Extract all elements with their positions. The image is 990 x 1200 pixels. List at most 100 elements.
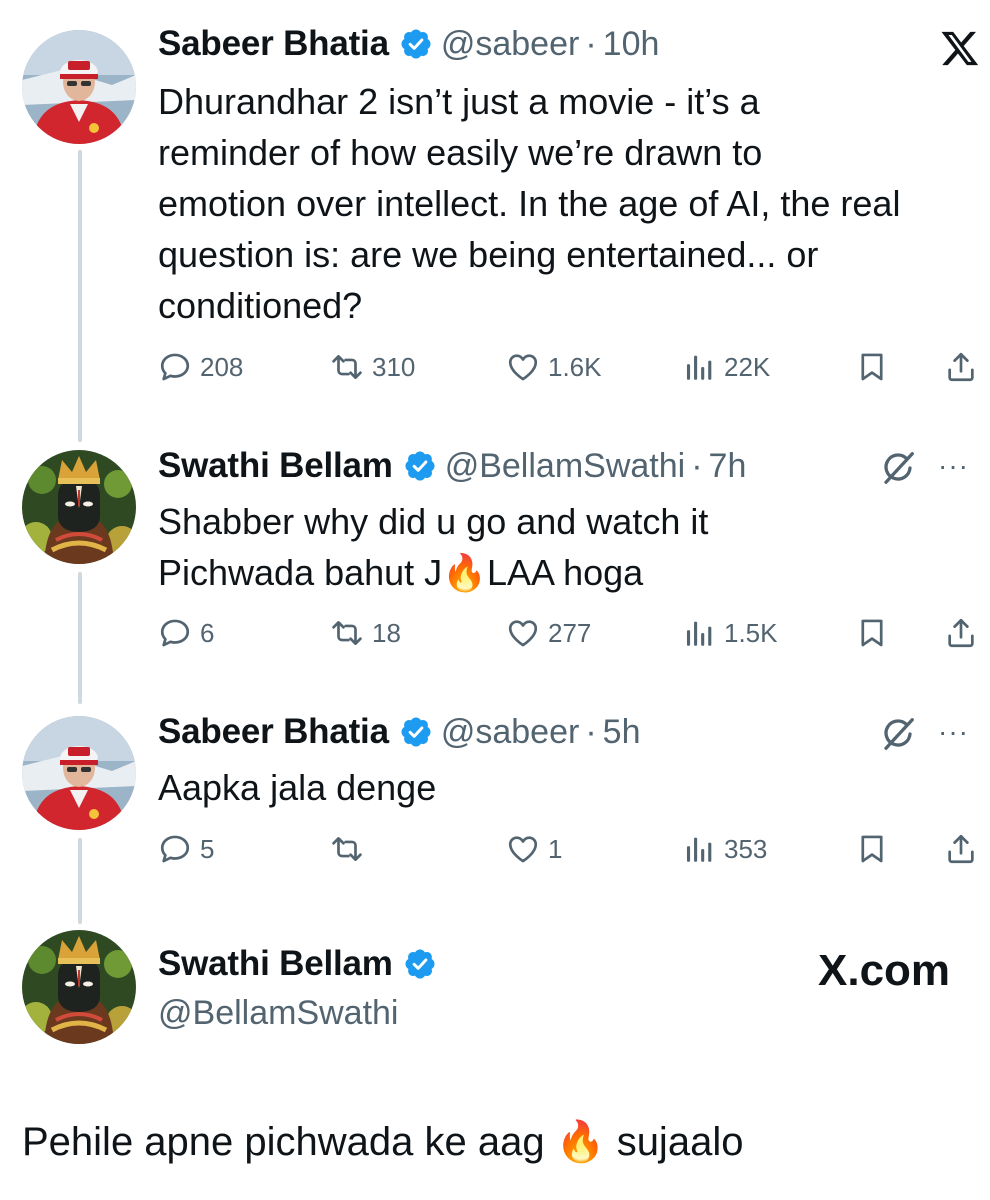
tweet-text-part: LAA hoga bbox=[487, 552, 644, 593]
tweet-header: Sabeer Bhatia @sabeer · 10h bbox=[158, 24, 659, 64]
thread-line bbox=[78, 150, 82, 442]
thread-line bbox=[78, 838, 82, 924]
share-icon bbox=[944, 616, 978, 650]
tweet-header: Sabeer Bhatia @sabeer · 5h bbox=[158, 712, 640, 752]
author-handle[interactable]: @BellamSwathi bbox=[158, 994, 399, 1033]
share-button[interactable] bbox=[944, 350, 978, 384]
like-button[interactable]: 1.6K bbox=[506, 350, 602, 384]
tweet-text-line: conditioned? bbox=[158, 285, 363, 326]
verified-badge-icon bbox=[403, 449, 437, 483]
thread-line bbox=[78, 572, 82, 704]
card-header: Swathi Bellam bbox=[158, 944, 445, 984]
verified-badge-icon bbox=[403, 947, 437, 981]
timestamp[interactable]: 5h bbox=[603, 713, 641, 752]
like-button[interactable]: 277 bbox=[506, 616, 591, 650]
fire-emoji-icon: 🔥 bbox=[555, 1119, 606, 1165]
views-icon bbox=[682, 616, 716, 650]
reply-button[interactable]: 208 bbox=[158, 350, 243, 384]
views-button[interactable]: 1.5K bbox=[682, 616, 778, 650]
views-count: 353 bbox=[724, 833, 768, 864]
repost-button[interactable]: 18 bbox=[330, 616, 401, 650]
views-count: 1.5K bbox=[724, 617, 778, 648]
views-icon bbox=[682, 832, 716, 866]
x-logo-icon bbox=[940, 28, 980, 68]
repost-icon bbox=[330, 616, 364, 650]
reply-count: 208 bbox=[200, 351, 244, 382]
brand-label: X.com bbox=[818, 946, 951, 995]
like-icon bbox=[506, 350, 540, 384]
share-icon bbox=[944, 832, 978, 866]
repost-count: 18 bbox=[372, 617, 401, 648]
tweet-text-line: reminder of how easily we’re drawn to bbox=[158, 132, 763, 173]
author-name[interactable]: Swathi Bellam bbox=[158, 944, 393, 984]
like-count: 1 bbox=[548, 833, 563, 864]
author-name[interactable]: Sabeer Bhatia bbox=[158, 712, 389, 752]
separator: · bbox=[585, 712, 597, 751]
more-icon[interactable]: ··· bbox=[938, 450, 969, 482]
share-button[interactable] bbox=[944, 616, 978, 650]
tweet-text-line: Pichwada bahut J🔥LAA hoga bbox=[158, 547, 708, 599]
tweet-text-line: question is: are we being entertained...… bbox=[158, 234, 819, 275]
like-count: 277 bbox=[548, 617, 592, 648]
caption-text: Pehile apne pichwada ke aag bbox=[22, 1120, 545, 1164]
views-button[interactable]: 353 bbox=[682, 832, 767, 866]
like-count: 1.6K bbox=[548, 351, 602, 382]
avatar[interactable] bbox=[22, 450, 136, 564]
repost-count: 310 bbox=[372, 351, 416, 382]
author-name[interactable]: Sabeer Bhatia bbox=[158, 24, 389, 64]
bookmark-icon bbox=[855, 832, 889, 866]
like-icon bbox=[506, 832, 540, 866]
tweet-text-line: Dhurandhar 2 isn’t just a movie - it’s a bbox=[158, 81, 760, 122]
more-icon[interactable]: ··· bbox=[938, 716, 969, 748]
tweet-text: Dhurandhar 2 isn’t just a movie - it’s a… bbox=[158, 76, 900, 331]
avatar[interactable] bbox=[22, 30, 136, 144]
repost-icon bbox=[330, 350, 364, 384]
reply-icon bbox=[158, 616, 192, 650]
brand-logo: X.com bbox=[818, 946, 950, 996]
reply-icon bbox=[158, 832, 192, 866]
timestamp[interactable]: 7h bbox=[709, 447, 747, 486]
avatar[interactable] bbox=[22, 930, 136, 1044]
tweet-text-line: Aapka jala denge bbox=[158, 767, 437, 808]
repost-icon bbox=[330, 832, 364, 866]
bookmark-button[interactable] bbox=[855, 616, 889, 650]
tweet-header: Swathi Bellam @BellamSwathi · 7h bbox=[158, 446, 746, 486]
action-bar: 6 18 277 1.5K bbox=[158, 616, 978, 656]
reply-button[interactable]: 5 bbox=[158, 832, 214, 866]
tweet-text: Aapka jala denge bbox=[158, 762, 436, 813]
tweet-text-line: Shabber why did u go and watch it bbox=[158, 501, 709, 542]
views-button[interactable]: 22K bbox=[682, 350, 770, 384]
like-icon bbox=[506, 616, 540, 650]
tweet-text: Shabber why did u go and watch it Pichwa… bbox=[158, 496, 708, 599]
reply-count: 6 bbox=[200, 617, 215, 648]
bookmark-icon bbox=[855, 350, 889, 384]
caption-text: sujaalo bbox=[616, 1120, 744, 1164]
like-button[interactable]: 1 bbox=[506, 832, 562, 866]
share-icon bbox=[944, 350, 978, 384]
separator: · bbox=[691, 446, 703, 485]
grok-icon[interactable] bbox=[880, 716, 916, 752]
verified-badge-icon bbox=[399, 715, 433, 749]
author-handle[interactable]: @sabeer bbox=[441, 713, 579, 752]
views-count: 22K bbox=[724, 351, 771, 382]
author-name[interactable]: Swathi Bellam bbox=[158, 446, 393, 486]
author-handle[interactable]: @sabeer bbox=[441, 25, 579, 64]
share-button[interactable] bbox=[944, 832, 978, 866]
tweet-text-line: emotion over intellect. In the age of AI… bbox=[158, 183, 901, 224]
reply-icon bbox=[158, 350, 192, 384]
action-bar: 208 310 1.6K 22K bbox=[158, 350, 978, 390]
bookmark-icon bbox=[855, 616, 889, 650]
fire-emoji-icon: 🔥 bbox=[442, 553, 488, 594]
caption: Pehile apne pichwada ke aag 🔥 sujaalo bbox=[22, 1118, 743, 1165]
author-handle[interactable]: @BellamSwathi bbox=[445, 447, 686, 486]
bookmark-button[interactable] bbox=[855, 832, 889, 866]
bookmark-button[interactable] bbox=[855, 350, 889, 384]
avatar[interactable] bbox=[22, 716, 136, 830]
tweet-text-part: Pichwada bahut J bbox=[158, 552, 443, 593]
grok-icon[interactable] bbox=[880, 450, 916, 486]
repost-button[interactable]: 310 bbox=[330, 350, 415, 384]
action-bar: 5 1 353 bbox=[158, 832, 978, 872]
reply-button[interactable]: 6 bbox=[158, 616, 214, 650]
repost-button[interactable] bbox=[330, 832, 372, 866]
timestamp[interactable]: 10h bbox=[603, 25, 660, 64]
